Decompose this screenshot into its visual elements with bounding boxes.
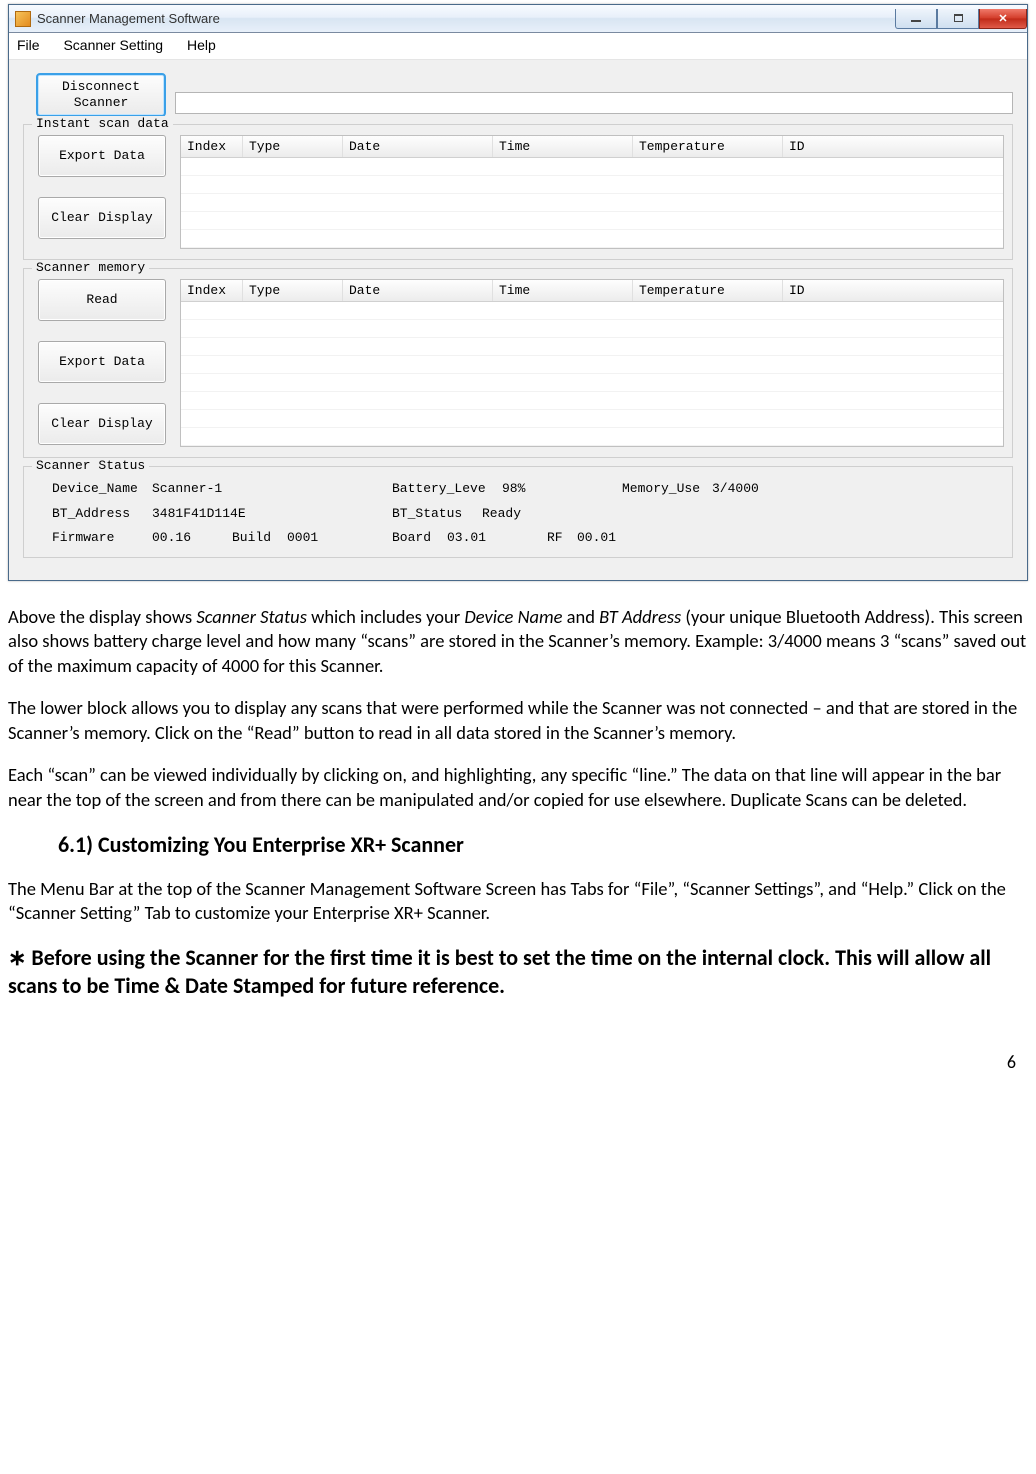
battery-level-value: 98%: [502, 477, 622, 502]
menu-help[interactable]: Help: [187, 37, 216, 53]
table-row[interactable]: [181, 176, 1003, 194]
table-header: Index Type Date Time Temperature ID: [181, 280, 1003, 302]
read-button[interactable]: Read: [38, 279, 166, 321]
table-row[interactable]: [181, 320, 1003, 338]
col-time[interactable]: Time: [493, 280, 633, 301]
menu-file[interactable]: File: [17, 37, 40, 53]
app-icon: [15, 11, 31, 27]
table-row[interactable]: [181, 338, 1003, 356]
document-text: Above the display shows Scanner Status w…: [0, 581, 1036, 1051]
export-data-button-2[interactable]: Export Data: [38, 341, 166, 383]
col-index[interactable]: Index: [181, 136, 243, 157]
scanner-status-group: Scanner Status Device_Name Scanner-1 Bat…: [23, 466, 1013, 558]
device-name-value: Scanner-1: [152, 477, 392, 502]
doc-paragraph-4: The Menu Bar at the top of the Scanner M…: [8, 877, 1028, 926]
instant-group-title: Instant scan data: [32, 116, 173, 131]
table-row[interactable]: [181, 302, 1003, 320]
export-data-button[interactable]: Export Data: [38, 135, 166, 177]
window-title: Scanner Management Software: [37, 11, 220, 26]
col-temperature[interactable]: Temperature: [633, 136, 783, 157]
close-button[interactable]: ✕: [979, 9, 1027, 29]
memory-use-value: 3/4000: [712, 477, 759, 502]
col-type[interactable]: Type: [243, 136, 343, 157]
table-row[interactable]: [181, 410, 1003, 428]
status-text: Device_Name Scanner-1 Battery_Leve 98% M…: [32, 473, 1004, 551]
col-index[interactable]: Index: [181, 280, 243, 301]
instant-scan-data-group: Instant scan data Export Data Clear Disp…: [23, 124, 1013, 260]
scanner-memory-group: Scanner memory Read Export Data Clear Di…: [23, 268, 1013, 458]
device-name-label: Device_Name: [52, 477, 152, 502]
col-date[interactable]: Date: [343, 280, 493, 301]
table-body: [181, 302, 1003, 446]
memory-group-title: Scanner memory: [32, 260, 149, 275]
doc-heading-6-1: 6.1) Customizing You Enterprise XR+ Scan…: [58, 830, 1028, 859]
table-row[interactable]: [181, 392, 1003, 410]
clear-display-button-2[interactable]: Clear Display: [38, 403, 166, 445]
disconnect-scanner-button[interactable]: Disconnect Scanner: [37, 74, 165, 116]
page-number: 6: [0, 1051, 1036, 1093]
col-type[interactable]: Type: [243, 280, 343, 301]
memory-use-label: Memory_Use: [622, 477, 712, 502]
doc-paragraph-1: Above the display shows Scanner Status w…: [8, 605, 1028, 678]
status-group-title: Scanner Status: [32, 458, 149, 473]
client-area: Disconnect Scanner Instant scan data Exp…: [9, 60, 1027, 580]
bt-status-value: Ready: [482, 502, 521, 527]
table-row[interactable]: [181, 230, 1003, 248]
doc-paragraph-2: The lower block allows you to display an…: [8, 696, 1028, 745]
maximize-button[interactable]: [937, 9, 979, 29]
table-row[interactable]: [181, 194, 1003, 212]
table-header: Index Type Date Time Temperature ID: [181, 136, 1003, 158]
table-row[interactable]: [181, 428, 1003, 446]
bt-address-value: 3481F41D114E: [152, 502, 392, 527]
board-value: 03.01: [447, 526, 547, 551]
table-row[interactable]: [181, 374, 1003, 392]
rf-value: 00.01: [577, 526, 616, 551]
firmware-label: Firmware: [52, 526, 152, 551]
window-controls: ✕: [895, 9, 1027, 29]
col-date[interactable]: Date: [343, 136, 493, 157]
doc-note: ∗ Before using the Scanner for the first…: [8, 944, 1028, 1001]
build-value: 0001: [287, 526, 392, 551]
title-left: Scanner Management Software: [15, 11, 220, 27]
firmware-value: 00.16: [152, 526, 232, 551]
table-row[interactable]: [181, 356, 1003, 374]
build-label: Build: [232, 526, 287, 551]
menu-scanner-setting[interactable]: Scanner Setting: [63, 37, 163, 53]
board-label: Board: [392, 526, 447, 551]
clear-display-button[interactable]: Clear Display: [38, 197, 166, 239]
col-id[interactable]: ID: [783, 280, 1003, 301]
menu-bar: File Scanner Setting Help: [9, 33, 1027, 60]
table-row[interactable]: [181, 212, 1003, 230]
bt-address-label: BT_Address: [52, 502, 152, 527]
rf-label: RF: [547, 526, 577, 551]
battery-level-label: Battery_Leve: [392, 477, 502, 502]
doc-paragraph-3: Each “scan” can be viewed individually b…: [8, 763, 1028, 812]
scan-display-input[interactable]: [175, 92, 1013, 114]
col-id[interactable]: ID: [783, 136, 1003, 157]
title-bar[interactable]: Scanner Management Software ✕: [9, 5, 1027, 33]
minimize-button[interactable]: [895, 9, 937, 29]
application-window: Scanner Management Software ✕ File Scann…: [8, 4, 1028, 581]
scanner-memory-table[interactable]: Index Type Date Time Temperature ID: [180, 279, 1004, 447]
table-row[interactable]: [181, 158, 1003, 176]
col-temperature[interactable]: Temperature: [633, 280, 783, 301]
instant-scan-table[interactable]: Index Type Date Time Temperature ID: [180, 135, 1004, 249]
col-time[interactable]: Time: [493, 136, 633, 157]
top-row: Disconnect Scanner: [37, 74, 1017, 116]
bt-status-label: BT_Status: [392, 502, 482, 527]
table-body: [181, 158, 1003, 248]
